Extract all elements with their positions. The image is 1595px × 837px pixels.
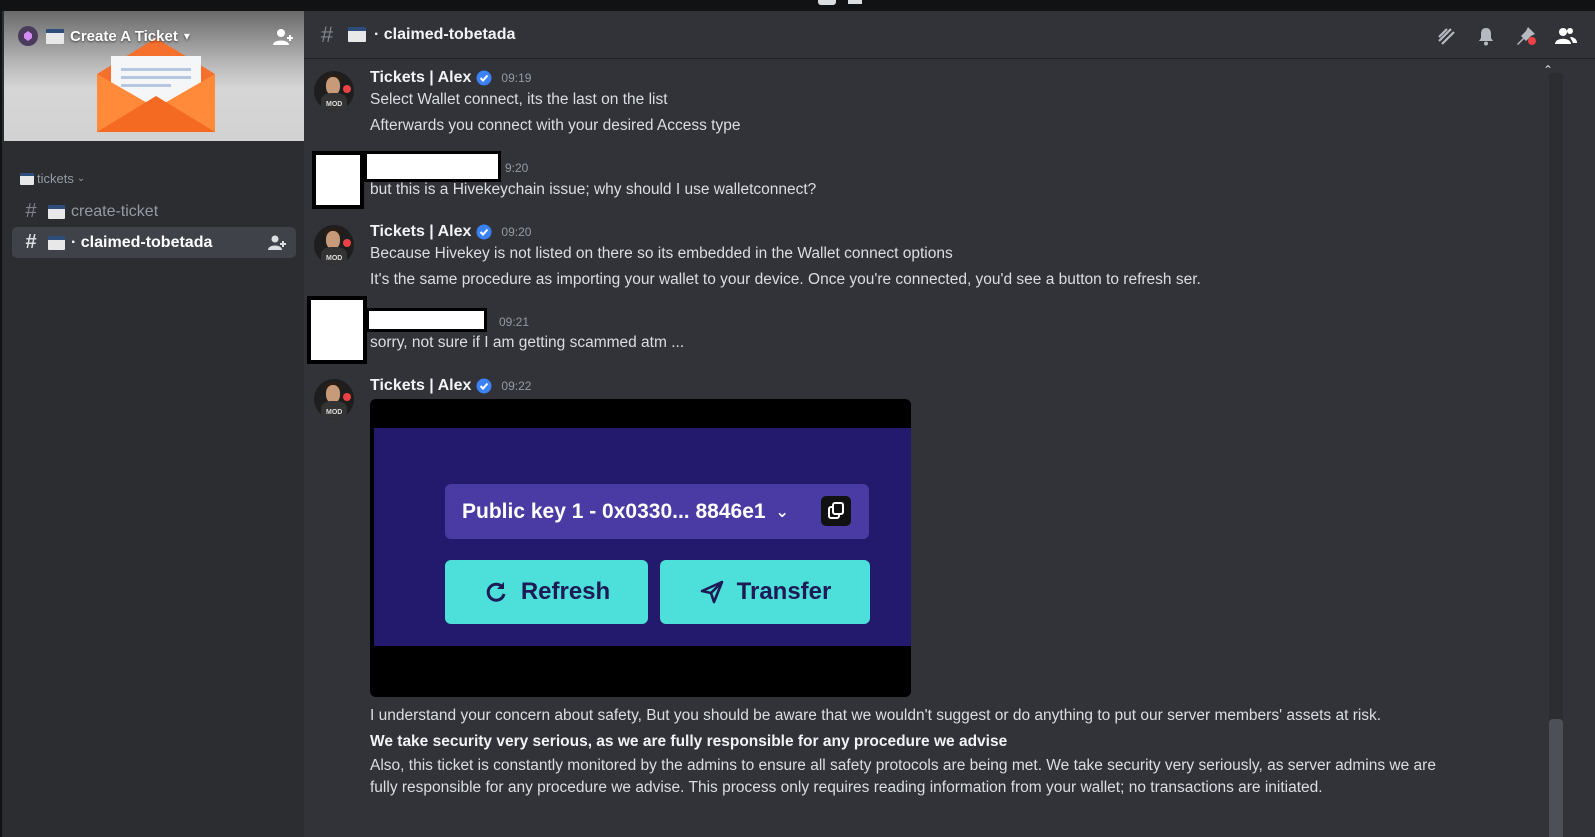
header-toolbar: [1435, 25, 1577, 47]
timestamp[interactable]: 9:20: [505, 161, 528, 175]
category-tickets[interactable]: tickets ⌄: [20, 171, 85, 186]
wallet-panel: Public key 1 - 0x0330... 8846e1 ⌄ Refres…: [374, 428, 911, 646]
chevron-down-icon: ⌄: [76, 173, 86, 184]
message-author: 9:20: [500, 161, 528, 175]
author-name[interactable]: Tickets | Alex: [370, 377, 471, 395]
member-list-icon[interactable]: [1555, 25, 1577, 47]
verified-badge-icon: [476, 70, 492, 86]
transfer-button: Transfer: [660, 560, 870, 624]
message-text: I understand your concern about safety, …: [370, 707, 1382, 724]
avatar[interactable]: MOD: [314, 225, 354, 265]
timestamp[interactable]: 09:20: [501, 225, 531, 239]
refresh-icon: [486, 582, 506, 602]
ticket-emoji-icon: [46, 28, 64, 44]
sidebar-channel-create-ticket[interactable]: # create-ticket: [12, 196, 296, 227]
server-header[interactable]: Create A Ticket ▾: [18, 25, 190, 47]
ticket-emoji-icon: [348, 27, 366, 42]
hashtag-icon: #: [25, 231, 37, 253]
message-text: Because Hivekey is not listed on there s…: [370, 245, 953, 262]
author-name[interactable]: Tickets | Alex: [370, 69, 471, 87]
timestamp[interactable]: 09:21: [499, 315, 529, 329]
ticket-emoji-icon: [48, 204, 65, 219]
window-indicator: [848, 0, 862, 4]
invite-people-icon[interactable]: [272, 27, 294, 47]
timestamp[interactable]: 09:22: [501, 379, 531, 393]
window-top-strip: [0, 0, 1595, 11]
refresh-label: Refresh: [520, 578, 611, 605]
author-name[interactable]: Tickets | Alex: [370, 223, 471, 241]
message-text: but this is a Hivekeychain issue; why sh…: [370, 181, 817, 198]
public-key-label: Public key 1 - 0x0330... 8846e1: [462, 499, 766, 523]
message-text-bold: We take security very serious, as we are…: [370, 733, 1008, 750]
message-author[interactable]: Tickets | Alex 09:22: [370, 377, 531, 395]
status-badge: [343, 85, 351, 93]
scroll-up-arrow-icon[interactable]: ⌃: [1543, 63, 1555, 77]
redacted-username: [364, 151, 501, 182]
message-author: 09:21: [494, 315, 529, 329]
server-banner: Create A Ticket ▾: [4, 11, 306, 141]
public-key-selector: Public key 1 - 0x0330... 8846e1 ⌄: [445, 484, 869, 539]
channel-label: create-ticket: [71, 202, 159, 220]
channel-title: · claimed-tobetada: [348, 26, 515, 44]
server-name[interactable]: Create A Ticket ▾: [46, 28, 190, 45]
category-label: tickets: [37, 171, 74, 186]
notification-bell-icon[interactable]: [1475, 25, 1497, 47]
scrollbar-thumb[interactable]: [1549, 719, 1563, 837]
redacted-avatar: [307, 296, 367, 364]
copy-icon: [821, 496, 851, 526]
message-author[interactable]: Tickets | Alex 09:19: [370, 69, 531, 87]
sidebar-channel-claimed-tobetada[interactable]: # · claimed-tobetada: [12, 227, 296, 258]
message-text: It's the same procedure as importing you…: [370, 271, 1201, 288]
channel-title-text: · claimed-tobetada: [374, 25, 516, 43]
transfer-label: Transfer: [736, 578, 832, 605]
redacted-username: [366, 308, 487, 332]
mod-badge: MOD: [326, 101, 343, 108]
envelope-banner-image: [97, 38, 215, 132]
message-author[interactable]: Tickets | Alex 09:20: [370, 223, 531, 241]
send-icon: [700, 580, 723, 604]
ticket-emoji-icon: [48, 235, 65, 250]
chevron-down-icon: ▾: [183, 29, 190, 43]
window-indicator: [818, 0, 836, 5]
threads-icon[interactable]: [1435, 25, 1457, 47]
mod-badge: MOD: [326, 409, 343, 416]
verified-badge-icon: [476, 224, 492, 240]
chat-area: # · claimed-tobetada ⌃ MOD Tickets | Ale…: [304, 11, 1595, 837]
verified-badge-icon: [476, 378, 492, 394]
server-name-text: Create A Ticket: [70, 27, 178, 45]
hashtag-icon: #: [25, 200, 37, 222]
redacted-avatar: [312, 151, 364, 209]
pinned-messages-icon[interactable]: [1515, 25, 1537, 47]
message-text: Select Wallet connect, its the last on t…: [370, 91, 668, 108]
chevron-down-icon: ⌄: [775, 503, 789, 521]
message-text: Also, this ticket is constantly monitore…: [370, 757, 1436, 796]
timestamp[interactable]: 09:19: [501, 71, 531, 85]
ticket-emoji-icon: [20, 172, 34, 185]
channel-sidebar: Create A Ticket ▾ tickets ⌄ # create-tic…: [0, 11, 306, 837]
avatar[interactable]: MOD: [314, 71, 354, 111]
hashtag-icon: #: [320, 21, 334, 47]
channel-label: · claimed-tobetada: [71, 233, 213, 251]
boost-icon: [18, 26, 38, 46]
mod-badge: MOD: [326, 255, 343, 262]
message-text: Afterwards you connect with your desired…: [370, 117, 741, 134]
embedded-image[interactable]: Public key 1 - 0x0330... 8846e1 ⌄ Refres…: [370, 399, 911, 697]
invite-member-icon[interactable]: [268, 234, 286, 252]
channel-header: # · claimed-tobetada: [304, 11, 1595, 59]
status-badge: [343, 393, 351, 401]
avatar[interactable]: MOD: [314, 379, 354, 419]
message-text: sorry, not sure if I am getting scammed …: [370, 334, 685, 351]
status-badge: [343, 239, 351, 247]
refresh-button: Refresh: [445, 560, 648, 624]
